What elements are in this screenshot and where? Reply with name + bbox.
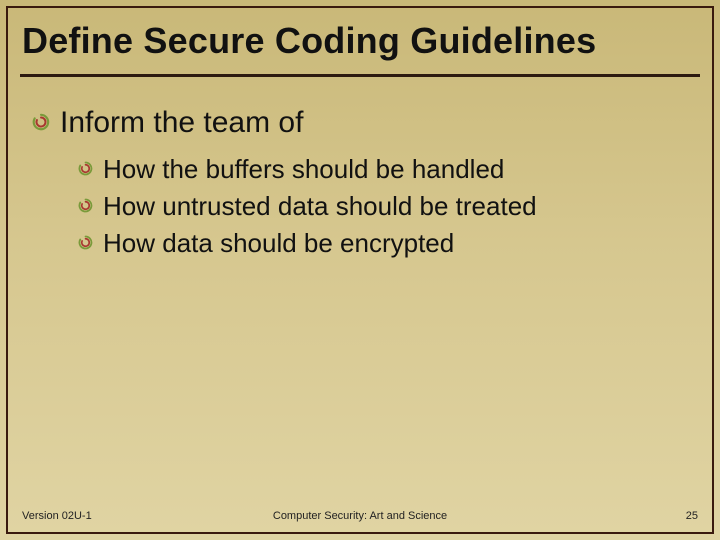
footer: Version 02U-1 Computer Security: Art and… [22, 510, 698, 522]
bullet-level2: How the buffers should be handled [78, 152, 690, 187]
swirl-bullet-icon [32, 113, 50, 131]
slide: Define Secure Coding Guidelines Inform t… [0, 0, 720, 540]
footer-version: Version 02U-1 [22, 510, 92, 522]
footer-title: Computer Security: Art and Science [22, 510, 698, 522]
bullet-text: How the buffers should be handled [103, 152, 504, 187]
bullet-level2: How data should be encrypted [78, 226, 690, 261]
swirl-bullet-icon [78, 235, 93, 250]
bullet-level1: Inform the team of [32, 104, 690, 142]
bullet-text: Inform the team of [60, 104, 303, 142]
bullet-level2: How untrusted data should be treated [78, 189, 690, 224]
swirl-bullet-icon [78, 161, 93, 176]
content-area: Inform the team of How the buffers shoul… [32, 104, 690, 263]
swirl-bullet-icon [78, 198, 93, 213]
title-underline [20, 74, 700, 77]
bullet-text: How data should be encrypted [103, 226, 454, 261]
slide-frame [6, 6, 714, 534]
bullet-text: How untrusted data should be treated [103, 189, 537, 224]
slide-title: Define Secure Coding Guidelines [22, 20, 698, 62]
footer-page: 25 [686, 510, 698, 522]
